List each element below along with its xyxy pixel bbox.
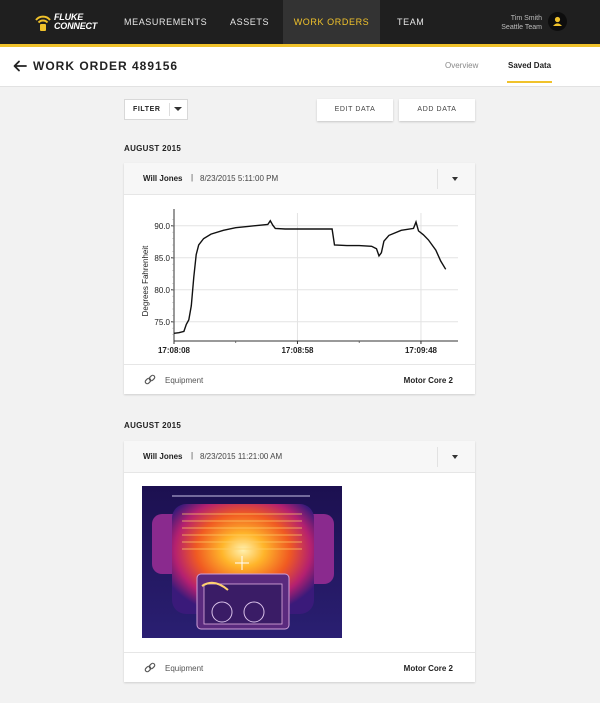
- user-team: Seattle Team: [501, 24, 542, 31]
- y-tick-label: 75.0: [154, 318, 170, 327]
- card-timestamp: 8/23/2015 5:11:00 PM: [200, 174, 279, 183]
- user-name: Tim Smith: [510, 15, 542, 22]
- chevron-down-icon[interactable]: [452, 455, 458, 459]
- card-header: Will Jones | 8/23/2015 5:11:00 PM: [124, 163, 475, 195]
- user-icon: [553, 16, 562, 26]
- nav-item-work-orders[interactable]: WORK ORDERS: [283, 0, 380, 44]
- avatar[interactable]: [548, 12, 567, 31]
- y-tick-label: 80.0: [154, 286, 170, 295]
- link-icon[interactable]: [144, 374, 156, 386]
- card-separator: |: [191, 173, 194, 182]
- nav-item-team[interactable]: TEAM: [397, 0, 424, 44]
- card-footer: Equipment Motor Core 2: [124, 364, 475, 395]
- card-header: Will Jones | 8/23/2015 11:21:00 AM: [124, 441, 475, 473]
- y-axis-label: Degrees Fahrenheit: [141, 245, 150, 316]
- series-line: [173, 219, 447, 334]
- top-navigation-bar: FLUKE CONNECT MEASUREMENTS ASSETS WORK O…: [0, 0, 600, 44]
- nav-item-assets[interactable]: ASSETS: [230, 0, 269, 44]
- thermal-image[interactable]: [142, 486, 342, 638]
- card-header-divider: [437, 447, 438, 467]
- section-date-heading: AUGUST 2015: [124, 421, 182, 430]
- page-title: WORK ORDER 489156: [33, 59, 179, 73]
- logo-line-2: CONNECT: [54, 20, 98, 31]
- filter-divider: [169, 103, 170, 116]
- edit-data-button[interactable]: EDIT DATA: [317, 99, 393, 121]
- y-tick-label: 90.0: [154, 222, 170, 231]
- user-info[interactable]: Tim Smith Seattle Team: [501, 14, 542, 32]
- x-tick-label: 17:09:48: [405, 346, 438, 355]
- equipment-value[interactable]: Motor Core 2: [404, 664, 453, 673]
- wifi-arc-icon: [35, 15, 51, 31]
- tab-overview[interactable]: Overview: [445, 61, 478, 70]
- card-header-divider: [437, 169, 438, 189]
- nav-item-measurements[interactable]: MEASUREMENTS: [124, 0, 207, 44]
- thermal-image-graphic: [142, 486, 342, 638]
- card-author: Will Jones: [143, 452, 183, 461]
- chevron-down-icon[interactable]: [174, 107, 182, 111]
- y-tick-label: 85.0: [154, 254, 170, 263]
- fluke-connect-logo[interactable]: FLUKE CONNECT: [34, 12, 104, 32]
- filter-dropdown[interactable]: FILTER: [124, 99, 188, 120]
- link-icon[interactable]: [144, 662, 156, 674]
- filter-label: FILTER: [133, 106, 161, 113]
- record-card-thermal: Will Jones | 8/23/2015 11:21:00 AM Equip…: [124, 441, 475, 682]
- tab-saved-data[interactable]: Saved Data: [508, 61, 551, 70]
- active-tab-indicator: [507, 81, 552, 83]
- equipment-label: Equipment: [165, 376, 204, 385]
- equipment-label: Equipment: [165, 664, 204, 673]
- card-timestamp: 8/23/2015 11:21:00 AM: [200, 452, 283, 461]
- card-author: Will Jones: [143, 174, 183, 183]
- chevron-down-icon[interactable]: [452, 177, 458, 181]
- equipment-value[interactable]: Motor Core 2: [404, 376, 453, 385]
- section-date-heading: AUGUST 2015: [124, 144, 182, 153]
- logo-text: FLUKE CONNECT: [54, 13, 97, 30]
- card-separator: |: [191, 451, 194, 460]
- temperature-line-chart: Degrees Fahrenheit 75.0 80.0 85.0 90.0 17:0…: [141, 209, 458, 355]
- x-tick-label: 17:08:08: [158, 346, 191, 355]
- card-footer: Equipment Motor Core 2: [124, 652, 475, 683]
- x-tick-label: 17:08:58: [281, 346, 314, 355]
- page-header: WORK ORDER 489156 Overview Saved Data: [0, 47, 600, 87]
- arrow-left-icon[interactable]: [12, 58, 28, 74]
- add-data-button[interactable]: ADD DATA: [399, 99, 475, 121]
- record-card-chart: Will Jones | 8/23/2015 5:11:00 PM Degree…: [124, 163, 475, 394]
